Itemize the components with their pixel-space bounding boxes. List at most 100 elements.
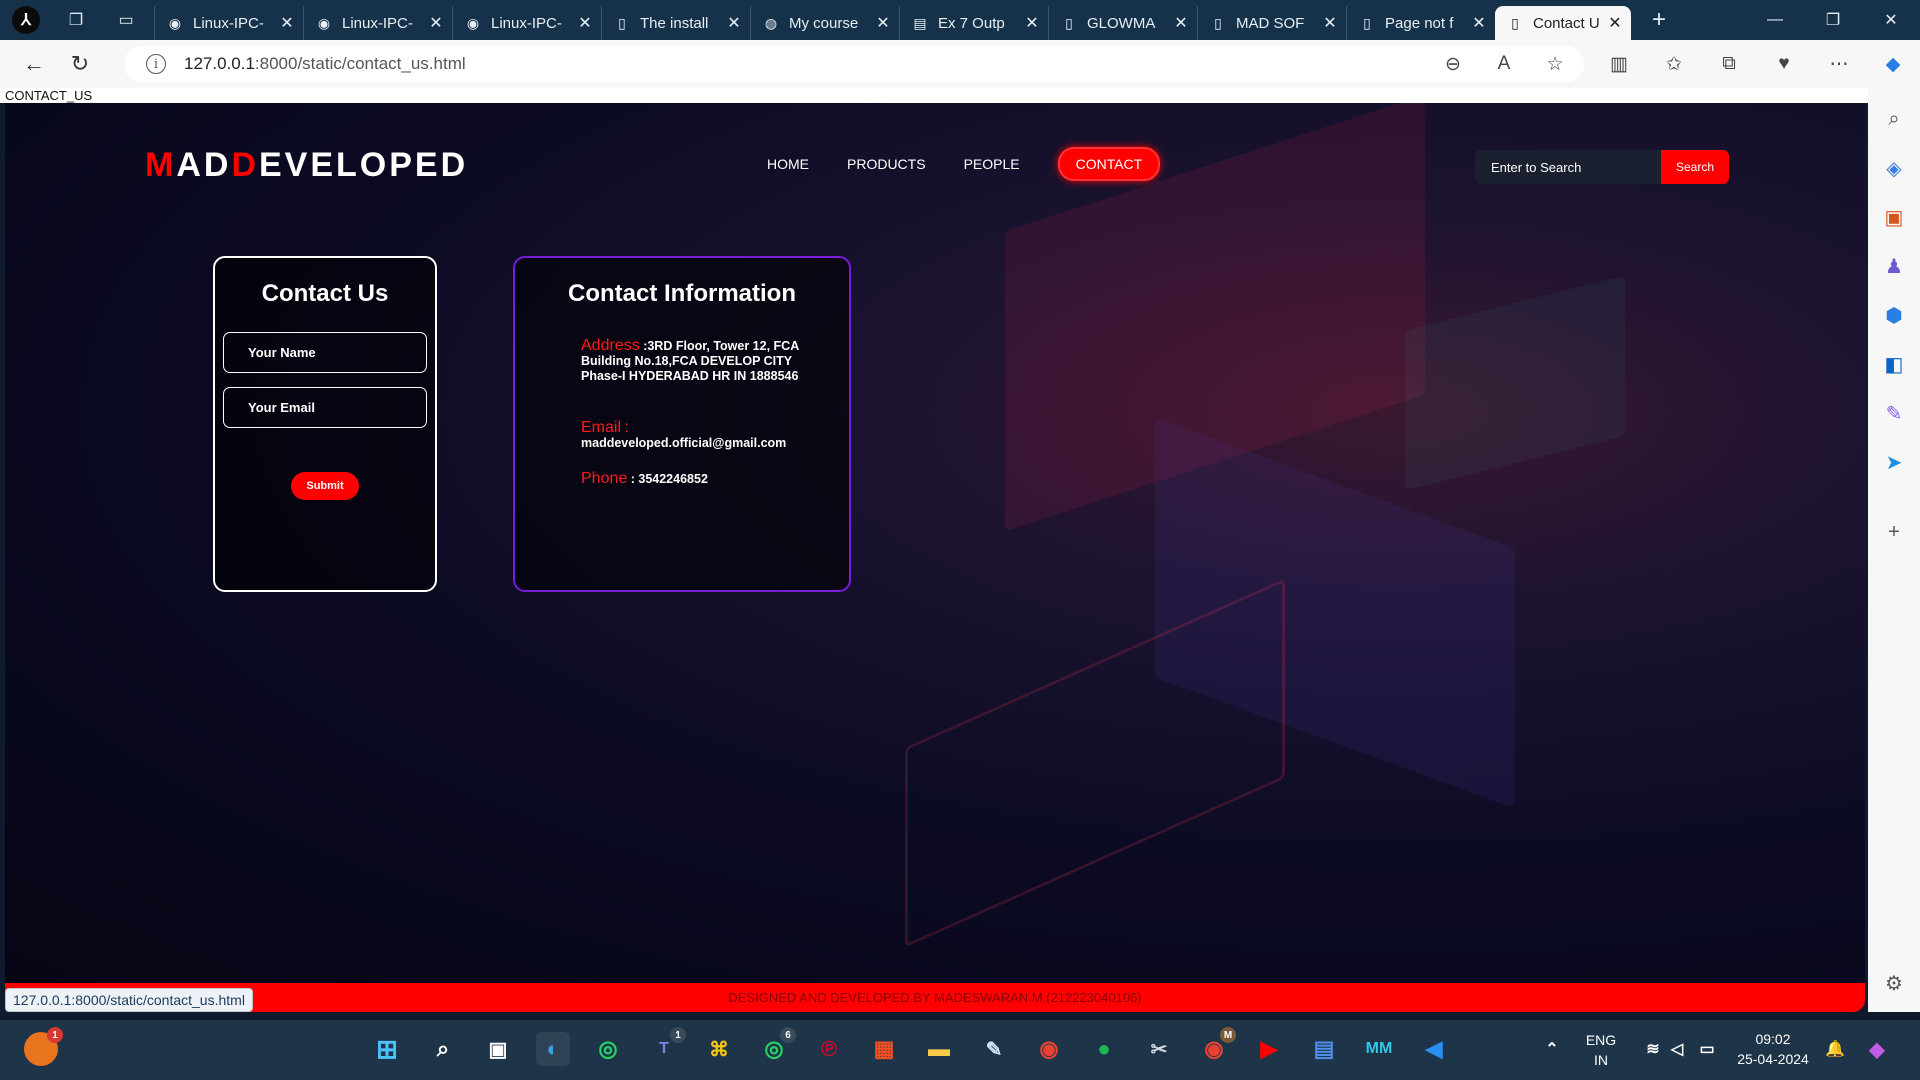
read-aloud-icon[interactable]: A — [1492, 52, 1516, 76]
widgets-icon[interactable]: 1 — [24, 1027, 63, 1066]
email-field[interactable] — [223, 387, 427, 428]
favorite-star-icon[interactable]: ☆ — [1543, 52, 1567, 76]
document-title: CONTACT_US — [0, 88, 1868, 103]
moodle-icon: ◍ — [764, 15, 778, 31]
teams-icon[interactable]: T1 — [647, 1027, 686, 1066]
copilot-icon[interactable]: ◆ — [1881, 52, 1905, 76]
name-field[interactable] — [223, 332, 427, 373]
tab-title: MAD SOF — [1236, 14, 1305, 32]
chrome-icon[interactable]: ◉ M — [1197, 1027, 1236, 1066]
new-tab-button[interactable]: + — [1639, 3, 1679, 37]
youtube-icon[interactable]: ▶ — [1252, 1032, 1286, 1066]
copilot-icon[interactable]: ◆ — [1860, 1032, 1894, 1066]
close-icon[interactable]: ✕ — [428, 13, 444, 33]
store-icon[interactable]: ▤ — [1307, 1032, 1341, 1066]
chrome-icon[interactable]: ◉ — [1032, 1032, 1066, 1066]
refresh-icon[interactable]: ↻ — [62, 46, 98, 82]
whatsapp-icon[interactable]: ◎ — [591, 1032, 625, 1066]
designer-icon[interactable]: ✎ — [1880, 399, 1908, 427]
tab[interactable]: ◉ Linux-IPC- ✕ — [303, 6, 452, 40]
close-icon[interactable]: ✕ — [1024, 13, 1040, 33]
tab[interactable]: ◍ My course ✕ — [750, 6, 899, 40]
browser-essentials-icon[interactable]: ♥ — [1772, 52, 1796, 76]
settings-icon[interactable]: ⚙ — [1880, 969, 1908, 997]
url-host: 127.0.0.1 — [184, 54, 255, 73]
contact-info-card: Contact Information Address :3RD Floor, … — [513, 256, 851, 592]
outlook-icon[interactable]: ◧ — [1880, 350, 1908, 378]
tab[interactable]: ▯ Page not f ✕ — [1346, 6, 1495, 40]
close-icon[interactable]: ✕ — [726, 13, 742, 33]
tab[interactable]: ▯ GLOWMA ✕ — [1048, 6, 1197, 40]
whatsapp-icon[interactable]: ◎ 6 — [757, 1027, 796, 1066]
pinterest-icon[interactable]: ℗ — [812, 1032, 846, 1066]
site-header: MADDEVELOPED HOME PRODUCTS PEOPLE CONTAC… — [5, 103, 1865, 223]
tab-active[interactable]: ▯ Contact U ✕ — [1495, 6, 1631, 40]
tools-icon[interactable]: ▣ — [1880, 203, 1908, 231]
search-button[interactable]: Search — [1661, 150, 1729, 184]
vscode-icon[interactable]: ◀ — [1417, 1032, 1451, 1066]
form-title: Contact Us — [261, 280, 389, 307]
add-icon[interactable]: + — [1880, 518, 1908, 546]
language-indicator[interactable]: ENG — [1584, 1032, 1618, 1048]
site-info-icon[interactable]: i — [146, 54, 166, 74]
nav-products[interactable]: PRODUCTS — [847, 156, 926, 172]
tab-actions-icon[interactable]: ▭ — [112, 6, 140, 34]
notifications-icon[interactable]: 🔔 — [1818, 1032, 1852, 1066]
edge-icon[interactable]: ◐ — [536, 1032, 570, 1066]
close-icon[interactable]: ✕ — [1173, 13, 1189, 33]
split-screen-icon[interactable]: ▥ — [1607, 52, 1631, 76]
games-icon[interactable]: ♟ — [1880, 252, 1908, 280]
shopping-icon[interactable]: ◈ — [1880, 154, 1908, 182]
back-icon[interactable]: ← — [16, 46, 52, 82]
collections-icon[interactable]: ⧉ — [1717, 52, 1741, 76]
clock-time[interactable]: 09:02 — [1735, 1031, 1811, 1047]
clock-date[interactable]: 25-04-2024 — [1735, 1051, 1811, 1067]
minimize-icon[interactable]: — — [1746, 0, 1804, 40]
region-indicator[interactable]: IN — [1584, 1052, 1618, 1068]
restore-icon[interactable]: ❐ — [1804, 0, 1862, 40]
search-icon[interactable]: ⌕ — [426, 1032, 460, 1066]
close-icon[interactable]: ✕ — [1607, 13, 1623, 33]
tab[interactable]: ▯ MAD SOF ✕ — [1197, 6, 1346, 40]
windows-icon[interactable]: ⊞ — [370, 1032, 404, 1066]
submit-button[interactable]: Submit — [291, 472, 359, 500]
close-icon[interactable]: ✕ — [1322, 13, 1338, 33]
search-input[interactable] — [1475, 150, 1661, 184]
close-icon[interactable]: ✕ — [1471, 13, 1487, 33]
nav-contact[interactable]: CONTACT — [1057, 147, 1161, 181]
spotify-icon[interactable]: ● — [1087, 1032, 1121, 1066]
tab[interactable]: ◉ Linux-IPC- ✕ — [154, 6, 303, 40]
favorites-icon[interactable]: ✩ — [1662, 52, 1686, 76]
tab[interactable]: ▯ The install ✕ — [601, 6, 750, 40]
close-window-icon[interactable]: ✕ — [1862, 0, 1920, 40]
notepad-icon[interactable]: ✎ — [977, 1032, 1011, 1066]
profile-logo-icon[interactable]: ⅄ — [12, 6, 40, 34]
url-field[interactable]: i 127.0.0.1:8000/static/contact_us.html — [124, 46, 1584, 82]
more-options-icon[interactable]: ⋯ — [1827, 52, 1851, 76]
python-icon[interactable]: ⌘ — [702, 1032, 736, 1066]
page-icon: ▯ — [1065, 15, 1073, 31]
office-icon[interactable]: ▦ — [867, 1032, 901, 1066]
search-icon[interactable]: ⌕ — [1880, 105, 1908, 133]
brand-logo[interactable]: MADDEVELOPED — [145, 146, 468, 185]
snip-icon[interactable]: ✂ — [1142, 1032, 1176, 1066]
volume-icon[interactable]: ◁ — [1660, 1032, 1694, 1066]
chevron-up-icon[interactable]: ⌃ — [1535, 1032, 1569, 1066]
nav-home[interactable]: HOME — [767, 156, 809, 172]
tab[interactable]: ▤ Ex 7 Outp ✕ — [899, 6, 1048, 40]
email-text: maddeveloped.official@gmail.com — [581, 436, 787, 450]
nav-people[interactable]: PEOPLE — [964, 156, 1020, 172]
battery-icon[interactable]: ▭ — [1690, 1032, 1724, 1066]
workspaces-icon[interactable]: ❐ — [62, 6, 90, 34]
close-icon[interactable]: ✕ — [875, 13, 891, 33]
zoom-icon[interactable]: ⊖ — [1441, 52, 1465, 76]
microsoft-365-icon[interactable]: ⬢ — [1880, 301, 1908, 329]
tab-strip: ◉ Linux-IPC- ✕ ◉ Linux-IPC- ✕ ◉ Linux-IPC- ✕ ▯… — [154, 0, 1631, 40]
taskview-icon[interactable]: ▣ — [481, 1032, 515, 1066]
folder-icon[interactable]: ▬ — [922, 1032, 956, 1066]
mm-icon[interactable]: MM — [1362, 1032, 1396, 1066]
close-icon[interactable]: ✕ — [279, 13, 295, 33]
close-icon[interactable]: ✕ — [577, 13, 593, 33]
telegram-icon[interactable]: ➤ — [1880, 448, 1908, 476]
tab[interactable]: ◉ Linux-IPC- ✕ — [452, 6, 601, 40]
